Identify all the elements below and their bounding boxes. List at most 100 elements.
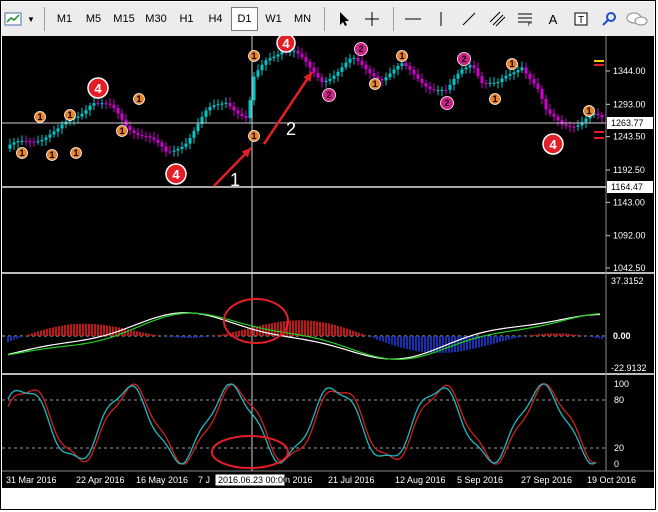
point-2-label: 2 xyxy=(286,119,296,139)
search-icon[interactable] xyxy=(596,7,622,31)
candle-body xyxy=(520,67,524,71)
crosshair-date-label: 2016.06.23 00:00 xyxy=(218,475,288,485)
stoch-tick-label: 80 xyxy=(614,395,624,405)
candle-body xyxy=(464,67,468,70)
wave-2-marker-label: 2 xyxy=(326,90,331,100)
toolbar-divider xyxy=(393,7,394,31)
candle-body xyxy=(436,90,440,92)
window-bottom-margin xyxy=(2,488,654,496)
candle-body xyxy=(416,74,420,79)
stoch-tick-label: 100 xyxy=(614,379,629,389)
candle-body xyxy=(460,69,464,74)
price-chart-area[interactable]: 1344.00 1293.00 1243.50 1192.50 1143.00 1092.… xyxy=(2,33,654,496)
candle-body xyxy=(36,141,40,143)
candle-body xyxy=(564,124,568,126)
time-axis-label: 5 Sep 2016 xyxy=(457,475,503,485)
wave-4-marker-label: 4 xyxy=(282,36,290,51)
wave-1-marker-label: 1 xyxy=(251,51,256,61)
candle-body xyxy=(60,124,64,129)
candle-body xyxy=(372,73,376,77)
candle-body xyxy=(324,80,328,83)
candle-body xyxy=(80,113,84,117)
line-price-label: 1164.47 xyxy=(611,182,643,192)
trendline-icon[interactable] xyxy=(456,7,482,31)
toolbar-divider xyxy=(44,7,45,31)
candle-body xyxy=(96,103,100,105)
candle-body xyxy=(360,60,364,65)
timeframe-m30[interactable]: M30 xyxy=(141,7,171,31)
candle-body xyxy=(256,70,260,77)
candle-body xyxy=(408,66,412,70)
candle-body xyxy=(576,125,580,127)
candle-body xyxy=(156,139,160,143)
text-tool-icon[interactable]: A xyxy=(540,7,566,31)
candle-body xyxy=(528,73,532,80)
chat-icon[interactable] xyxy=(624,7,650,31)
price-tick-label: 1092.00 xyxy=(613,231,646,241)
candle-body xyxy=(368,69,372,74)
macd-zero-label: 0.00 xyxy=(613,331,631,341)
timeframe-m5[interactable]: M5 xyxy=(80,7,107,31)
candle-body xyxy=(56,128,60,132)
candle-body xyxy=(44,137,48,140)
wave-1-marker-label: 1 xyxy=(37,112,42,122)
horizontal-line-icon[interactable] xyxy=(400,7,426,31)
candle-body xyxy=(252,76,256,101)
text-label-icon[interactable]: T xyxy=(568,7,594,31)
candle-body xyxy=(268,58,272,61)
price-tick-label: 1243.50 xyxy=(613,132,646,142)
candle-body xyxy=(212,105,216,107)
candle-body xyxy=(536,83,540,90)
cursor-icon[interactable] xyxy=(331,7,357,31)
wave-4-marker-label: 4 xyxy=(172,167,180,182)
candle-body xyxy=(196,123,200,132)
candle-body xyxy=(152,137,156,140)
candle-body xyxy=(352,57,356,59)
candle-body xyxy=(484,82,488,84)
timeframe-h4[interactable]: H4 xyxy=(202,7,229,31)
fibonacci-icon[interactable]: F xyxy=(512,7,538,31)
candle-body xyxy=(312,67,316,73)
timeframe-mn[interactable]: MN xyxy=(289,7,316,31)
pane-divider xyxy=(2,373,654,375)
candle-body xyxy=(216,104,220,106)
candle-body xyxy=(364,64,368,70)
candle-body xyxy=(296,50,300,54)
timeframe-w1[interactable]: W1 xyxy=(260,7,287,31)
candle-body xyxy=(20,140,24,142)
candle-body xyxy=(108,103,112,105)
candle-body xyxy=(168,151,172,153)
chart-type-icon[interactable] xyxy=(2,7,24,31)
candle-body xyxy=(500,78,504,83)
wave-1-marker-label: 1 xyxy=(119,126,124,136)
candle-body xyxy=(400,63,404,66)
candle-body xyxy=(16,141,20,143)
candle-body xyxy=(172,150,176,152)
macd-bottom-label: -22.9132 xyxy=(611,363,647,373)
candle-body xyxy=(476,68,480,77)
chart-type-dropdown-icon[interactable]: ▼ xyxy=(26,7,36,31)
candle-body xyxy=(596,113,600,115)
candle-body xyxy=(208,106,212,111)
candle-body xyxy=(236,110,240,114)
candle-body xyxy=(316,72,320,78)
candle-body xyxy=(112,104,116,109)
svg-text:T: T xyxy=(578,15,584,26)
timeframe-d1[interactable]: D1 xyxy=(231,7,258,31)
candle-body xyxy=(116,108,120,114)
candle-body xyxy=(452,78,456,85)
candle-body xyxy=(384,77,388,81)
channel-icon[interactable] xyxy=(484,7,510,31)
timeframe-m1[interactable]: M1 xyxy=(51,7,78,31)
candle-body xyxy=(508,74,512,76)
pane-divider xyxy=(2,272,654,274)
timeframe-m15[interactable]: M15 xyxy=(109,7,139,31)
crosshair-icon[interactable] xyxy=(359,7,385,31)
candle-body xyxy=(272,56,276,59)
vertical-line-icon[interactable] xyxy=(428,7,454,31)
timeframe-h1[interactable]: H1 xyxy=(173,7,200,31)
candle-body xyxy=(92,103,96,106)
candle-body xyxy=(504,75,508,79)
candle-body xyxy=(12,142,16,145)
candle-body xyxy=(532,79,536,84)
